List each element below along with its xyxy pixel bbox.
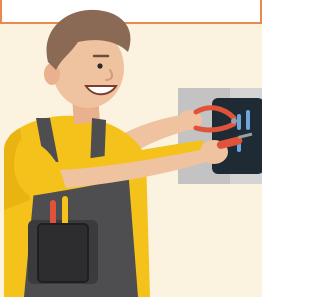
electrician-illustration [4,9,262,297]
illustration-canvas [0,0,262,297]
eye [97,63,103,69]
head [44,9,131,108]
